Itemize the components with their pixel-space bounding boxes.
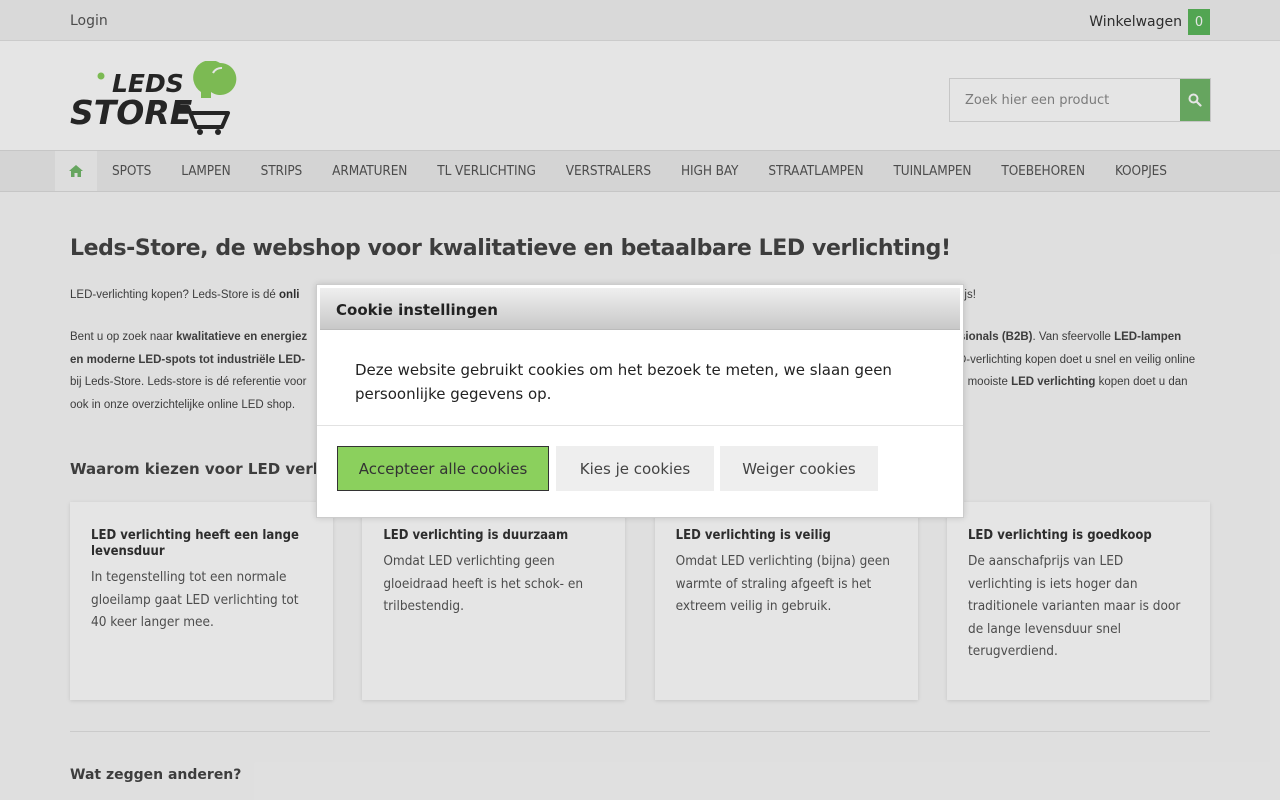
accept-all-cookies-button[interactable]: Accepteer alle cookies — [337, 446, 549, 491]
cookie-dialog-title: Cookie instellingen — [336, 301, 498, 319]
choose-cookies-button[interactable]: Kies je cookies — [556, 446, 714, 491]
cookie-dialog-message: Deze website gebruikt cookies om het bez… — [355, 361, 892, 403]
cookie-dialog-header: Cookie instellingen — [320, 288, 960, 330]
cookie-dialog-divider — [317, 425, 963, 426]
cookie-dialog: Cookie instellingen Deze website gebruik… — [316, 284, 964, 518]
decline-cookies-button[interactable]: Weiger cookies — [720, 446, 878, 491]
